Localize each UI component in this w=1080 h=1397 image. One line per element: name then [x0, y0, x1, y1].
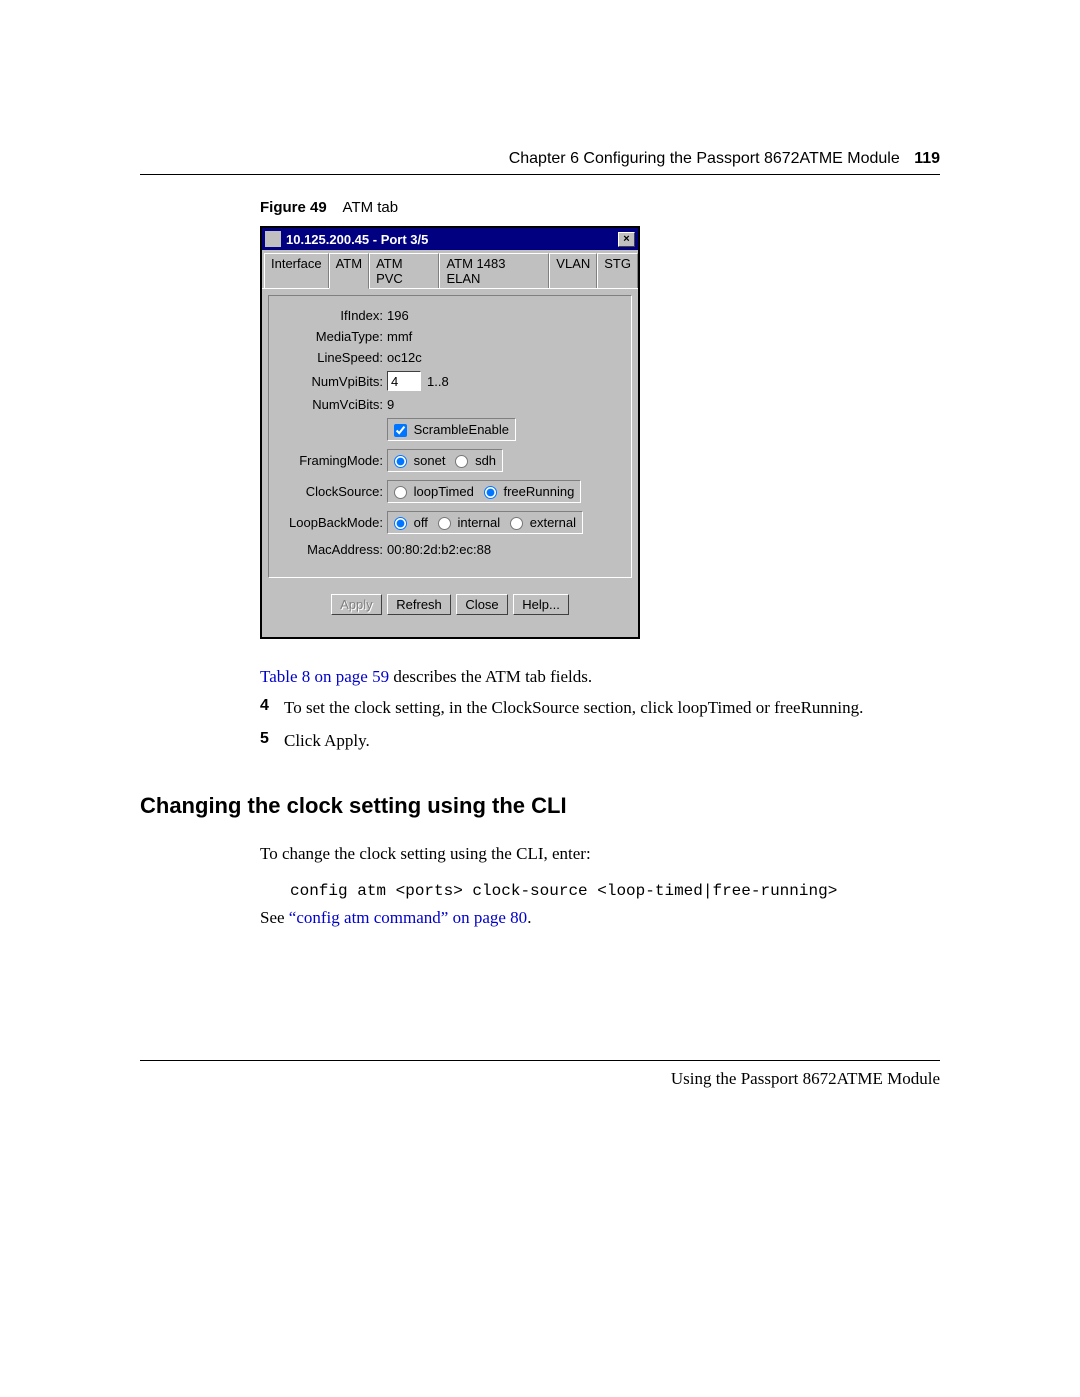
chapter-title: Chapter 6 Configuring the Passport 8672A…: [509, 150, 900, 167]
config-atm-link[interactable]: “config atm command” on page 80: [289, 908, 527, 927]
intro-paragraph: To change the clock setting using the CL…: [260, 843, 940, 866]
loopback-group: off internal external: [387, 511, 583, 534]
mac-value: 00:80:2d:b2:ec:88: [387, 542, 491, 557]
numvcibits-value: 9: [387, 397, 394, 412]
figure-ref-line: Table 8 on page 59 describes the ATM tab…: [260, 667, 940, 753]
mediatype-label: MediaType:: [277, 329, 387, 344]
loopback-off-label: off: [414, 515, 428, 530]
linespeed-value: oc12c: [387, 350, 422, 365]
page-header: Chapter 6 Configuring the Passport 8672A…: [140, 150, 940, 175]
step-4: 4 To set the clock setting, in the Clock…: [260, 697, 940, 720]
see-line: See “config atm command” on page 80.: [260, 908, 940, 928]
clocksource-group: loopTimed freeRunning: [387, 480, 581, 503]
figure-title: ATM tab: [343, 199, 399, 216]
clocksource-freerunning-label: freeRunning: [503, 484, 574, 499]
loopback-internal-label: internal: [457, 515, 500, 530]
step-text: To set the clock setting, in the ClockSo…: [284, 697, 940, 720]
table-ref-tail: describes the ATM tab fields.: [389, 667, 592, 686]
framingmode-sdh-label: sdh: [475, 453, 496, 468]
page-number: 119: [914, 150, 940, 167]
clocksource-label: ClockSource:: [277, 484, 387, 499]
tab-stg[interactable]: STG: [597, 253, 638, 288]
loopback-off-radio[interactable]: [394, 517, 407, 530]
scramble-checkbox[interactable]: [394, 424, 407, 437]
framingmode-label: FramingMode:: [277, 453, 387, 468]
loopback-label: LoopBackMode:: [277, 515, 387, 530]
help-button[interactable]: Help...: [513, 594, 569, 615]
clocksource-looptimed-label: loopTimed: [414, 484, 474, 499]
step-number: 4: [260, 697, 284, 720]
linespeed-label: LineSpeed:: [277, 350, 387, 365]
ifindex-value: 196: [387, 308, 409, 323]
tab-strip: Interface ATM ATM PVC ATM 1483 ELAN VLAN…: [262, 250, 638, 289]
table-ref-link[interactable]: Table 8 on page 59: [260, 667, 389, 686]
figure-label: Figure 49: [260, 199, 327, 216]
framingmode-group: sonet sdh: [387, 449, 503, 472]
loopback-external-radio[interactable]: [510, 517, 523, 530]
step-text: Click Apply.: [284, 730, 940, 753]
atm-dialog: 10.125.200.45 - Port 3/5 × Interface ATM…: [260, 226, 640, 639]
window-icon: [265, 231, 281, 247]
form-panel: IfIndex: 196 MediaType: mmf LineSpeed: o…: [268, 295, 632, 578]
loopback-external-label: external: [530, 515, 576, 530]
button-bar: Apply Refresh Close Help...: [262, 584, 638, 637]
mac-label: MacAddress:: [277, 542, 387, 557]
titlebar: 10.125.200.45 - Port 3/5 ×: [262, 228, 638, 250]
section-heading: Changing the clock setting using the CLI: [140, 793, 940, 819]
step-5: 5 Click Apply.: [260, 730, 940, 753]
tab-interface[interactable]: Interface: [264, 253, 329, 288]
figure-caption: Figure 49 ATM tab: [260, 199, 940, 216]
tab-vlan[interactable]: VLAN: [549, 253, 597, 288]
ifindex-label: IfIndex:: [277, 308, 387, 323]
page-footer: Using the Passport 8672ATME Module: [140, 1060, 940, 1089]
see-prefix: See: [260, 908, 289, 927]
framingmode-sonet-radio[interactable]: [394, 455, 407, 468]
close-icon[interactable]: ×: [618, 232, 635, 247]
clocksource-looptimed-radio[interactable]: [394, 486, 407, 499]
clocksource-freerunning-radio[interactable]: [484, 486, 497, 499]
scramble-label: ScrambleEnable: [414, 422, 509, 437]
numvcibits-label: NumVciBits:: [277, 397, 387, 412]
close-button[interactable]: Close: [456, 594, 507, 615]
tab-atm-1483-elan[interactable]: ATM 1483 ELAN: [439, 253, 549, 288]
numvpibits-label: NumVpiBits:: [277, 374, 387, 389]
step-list: 4 To set the clock setting, in the Clock…: [260, 697, 940, 753]
scramble-group: ScrambleEnable: [387, 418, 516, 441]
tab-atm-pvc[interactable]: ATM PVC: [369, 253, 439, 288]
loopback-internal-radio[interactable]: [438, 517, 451, 530]
framingmode-sonet-label: sonet: [414, 453, 446, 468]
numvpibits-hint: 1..8: [427, 374, 449, 389]
framingmode-sdh-radio[interactable]: [455, 455, 468, 468]
step-number: 5: [260, 730, 284, 753]
apply-button[interactable]: Apply: [331, 594, 382, 615]
numvpibits-input[interactable]: [387, 371, 421, 391]
see-suffix: .: [527, 908, 531, 927]
footer-text: Using the Passport 8672ATME Module: [671, 1069, 940, 1088]
tab-atm[interactable]: ATM: [329, 253, 369, 289]
mediatype-value: mmf: [387, 329, 412, 344]
cli-command: config atm <ports> clock-source <loop-ti…: [290, 882, 940, 900]
window-title: 10.125.200.45 - Port 3/5: [286, 232, 618, 247]
refresh-button[interactable]: Refresh: [387, 594, 451, 615]
